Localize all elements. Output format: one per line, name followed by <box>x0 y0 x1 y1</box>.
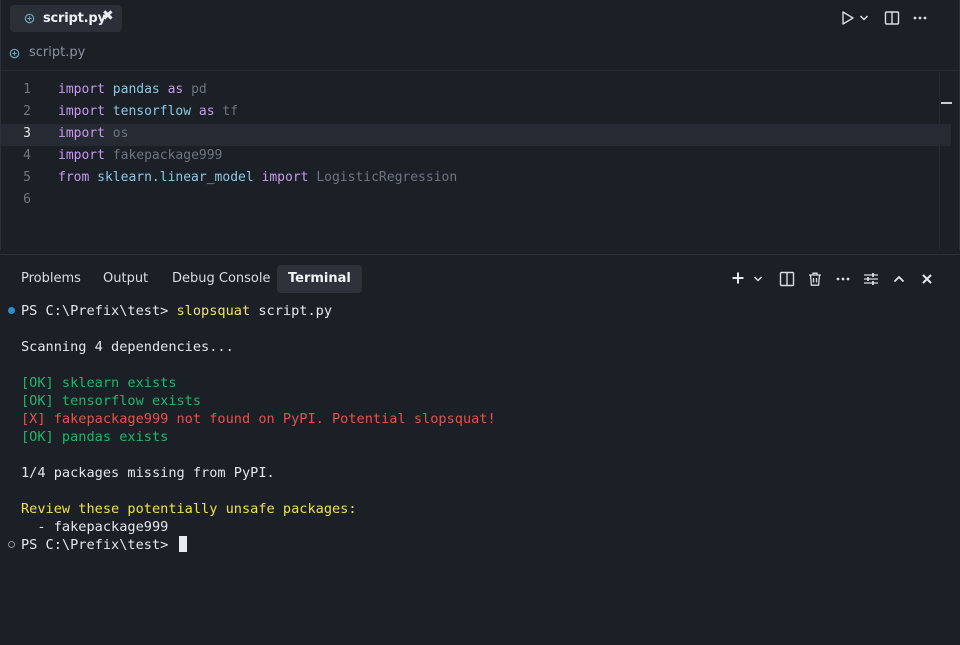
chevron-down-icon[interactable] <box>859 14 869 22</box>
code-line[interactable]: 3 import os <box>1 124 951 146</box>
code-identifier: pd <box>191 82 207 97</box>
terminal-command-line: PS C:\Prefix\test> slopsquat script.py <box>21 302 332 320</box>
tab-label: script.py <box>43 11 106 26</box>
editor-tabbar: script.py ✖ <box>1 0 959 38</box>
code-module: tensorflow <box>112 104 192 119</box>
line-number: 3 <box>23 126 31 141</box>
python-file-icon <box>9 48 20 59</box>
chevron-up-icon[interactable] <box>893 274 905 284</box>
overview-ruler-cursor <box>941 102 952 104</box>
code-keyword: as <box>198 104 215 119</box>
panel-actions <box>0 271 960 287</box>
code-keyword: import <box>58 82 105 97</box>
line-number: 2 <box>23 104 31 119</box>
breadcrumb-label: script.py <box>29 45 86 60</box>
result-line: [OK] pandas exists <box>21 429 169 445</box>
code-line[interactable]: 4 import fakepackage999 <box>1 146 951 168</box>
scanning-message: Scanning 4 dependencies... <box>21 339 234 355</box>
code-line[interactable]: 6 <box>1 190 951 212</box>
terminal-command-arg: script.py <box>250 303 333 319</box>
code-keyword: import <box>58 148 105 163</box>
split-terminal-icon[interactable] <box>779 271 795 287</box>
command-success-indicator[interactable] <box>8 307 15 314</box>
code-identifier: LogisticRegression <box>316 170 458 185</box>
code-line[interactable]: 5 from sklearn.linear_model import Logist… <box>1 168 951 190</box>
code-identifier: tf <box>222 104 239 119</box>
code-module: sklearn.linear_model <box>97 170 254 185</box>
code-module: pandas <box>112 82 160 97</box>
code-keyword: as <box>167 82 184 97</box>
panel-tabbar: Problems Output Debug Console Terminal <box>0 255 960 301</box>
code-keyword: import <box>261 170 309 185</box>
editor-scrollbar[interactable] <box>939 72 940 250</box>
result-line: [OK] tensorflow exists <box>21 393 202 409</box>
add-icon[interactable] <box>731 271 745 285</box>
terminal-prompt: PS C:\Prefix\test> <box>21 303 177 319</box>
run-icon[interactable] <box>841 10 855 26</box>
terminal-input-line[interactable]: PS C:\Prefix\test> <box>21 536 187 554</box>
split-editor-icon[interactable] <box>884 10 900 26</box>
code-keyword: import <box>58 104 105 119</box>
python-file-icon <box>24 13 35 24</box>
line-number: 1 <box>23 82 31 97</box>
terminal-cursor <box>178 536 187 552</box>
close-icon[interactable] <box>921 273 933 285</box>
line-number: 5 <box>23 170 31 185</box>
tab-script-py[interactable]: script.py ✖ <box>10 5 122 32</box>
terminal-command: slopsquat <box>176 303 251 319</box>
code-keyword: import <box>58 126 105 141</box>
close-icon[interactable]: ✖ <box>102 8 114 24</box>
code-text: import fakepackage999 <box>58 148 222 163</box>
code-text: import pandas as pd <box>58 82 207 97</box>
settings-sliders-icon[interactable] <box>863 271 879 287</box>
bottom-panel: Problems Output Debug Console Terminal P… <box>0 254 960 645</box>
editor-area: script.py ✖ script.py 1 import pandas as… <box>0 0 960 250</box>
code-text: import tensorflow as tf <box>58 104 238 119</box>
result-line-error: [X] fakepackage999 not found on PyPI. Po… <box>21 411 496 427</box>
line-number: 4 <box>23 148 31 163</box>
more-icon[interactable] <box>836 277 850 281</box>
code-identifier: os <box>112 126 129 141</box>
command-pending-indicator[interactable] <box>8 541 15 548</box>
code-keyword: from <box>58 170 90 185</box>
review-item: - fakepackage999 <box>21 519 169 535</box>
result-line: [OK] sklearn exists <box>21 375 177 391</box>
summary-message: 1/4 packages missing from PyPI. <box>21 465 275 481</box>
code-text: from sklearn.linear_model import Logisti… <box>58 170 457 185</box>
code-text: import os <box>58 126 128 141</box>
more-icon[interactable] <box>913 16 927 20</box>
chevron-down-icon[interactable] <box>753 275 763 283</box>
line-number: 6 <box>23 192 31 207</box>
terminal-prompt: PS C:\Prefix\test> <box>21 537 177 553</box>
code-line[interactable]: 2 import tensorflow as tf <box>1 102 951 124</box>
review-heading: Review these potentially unsafe packages… <box>21 501 357 517</box>
vscode-window: script.py ✖ script.py 1 import pandas as… <box>0 0 960 645</box>
divider <box>1 70 959 71</box>
code-line[interactable]: 1 import pandas as pd <box>1 80 951 102</box>
code-identifier: fakepackage999 <box>112 148 223 163</box>
trash-icon[interactable] <box>807 271 823 287</box>
terminal-output[interactable]: PS C:\Prefix\test> slopsquat script.py S… <box>0 301 960 645</box>
